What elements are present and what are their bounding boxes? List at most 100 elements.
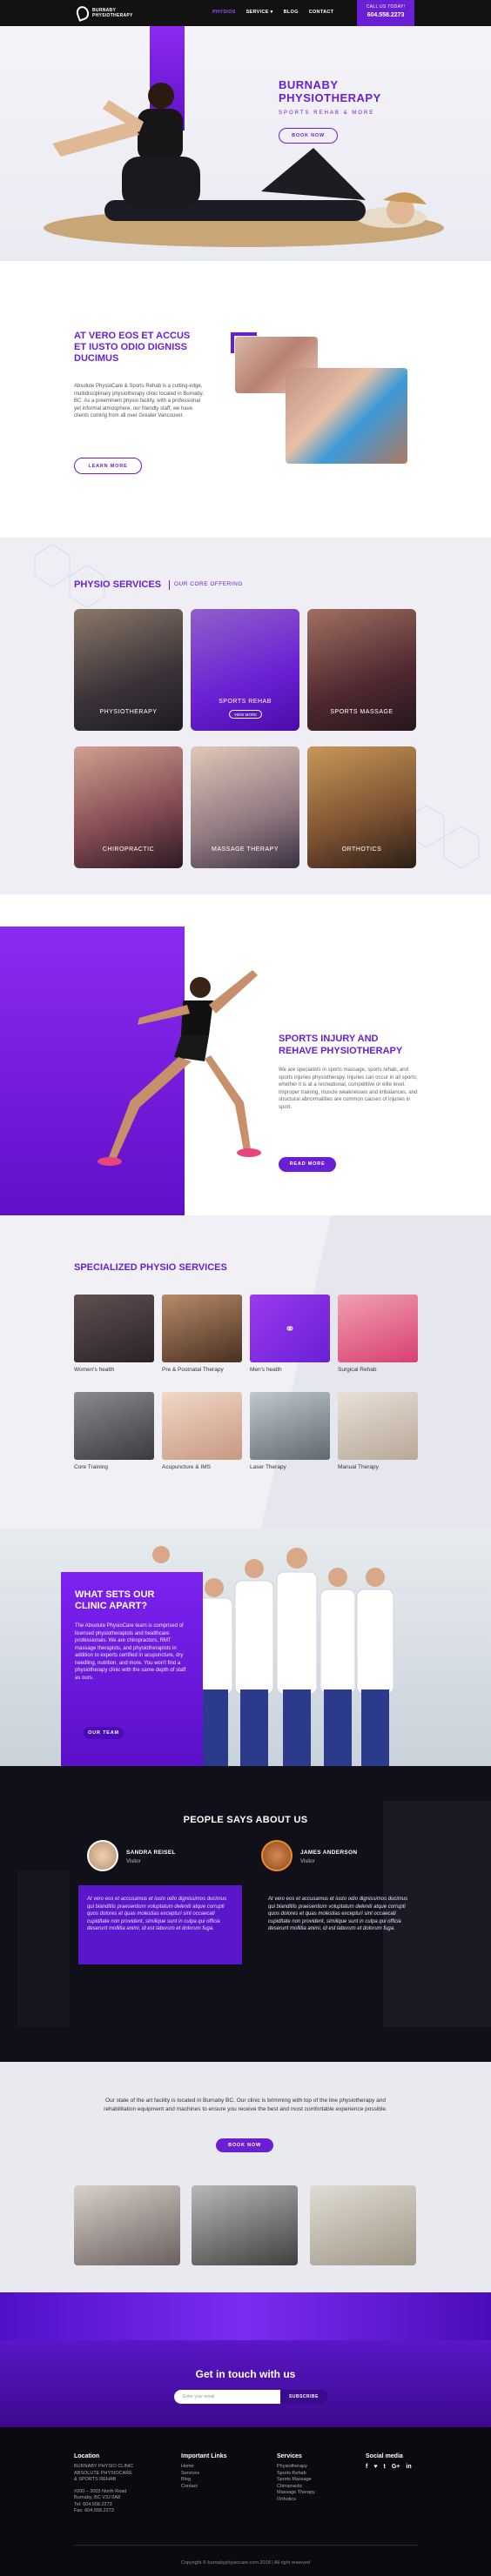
about-title: AT VERO EOS ET ACCUS ET IUSTO ODIO DIGNI… xyxy=(74,331,191,364)
footer-service-link[interactable]: Sports Massage xyxy=(277,2477,315,2484)
footer-location-heading: Location xyxy=(74,2453,100,2459)
service-card-physiotherapy[interactable]: PHYSIOTHERAPY xyxy=(74,609,183,731)
specialized-image xyxy=(250,1392,330,1460)
link-icon: ⚭ xyxy=(285,1321,295,1335)
hero-image xyxy=(44,83,444,247)
footer-divider xyxy=(74,2545,418,2546)
specialized-item-acupuncture[interactable]: Acupuncture & IMS xyxy=(162,1392,242,1470)
avatar-james xyxy=(261,1840,293,1871)
linkedin-icon[interactable]: in xyxy=(406,2464,411,2470)
email-input[interactable]: Enter your email xyxy=(174,2390,282,2404)
specialized-image xyxy=(162,1392,242,1460)
specialized-label: Men's health xyxy=(250,1367,282,1373)
footer-location-line: #200 – 3003 North Road xyxy=(74,2488,127,2494)
service-card-orthotics[interactable]: ORTHOTICS xyxy=(307,746,416,868)
footer-service-link[interactable]: Physiotherapy xyxy=(277,2464,315,2471)
specialized-image xyxy=(162,1295,242,1362)
service-card-label: PHYSIOTHERAPY xyxy=(99,709,158,715)
service-card-label: MASSAGE THERAPY xyxy=(211,846,279,853)
facility-image-treatment-room xyxy=(310,2185,416,2265)
subscribe-button[interactable]: SUBSCRIBE xyxy=(280,2390,327,2404)
nav-item-service[interactable]: SERVICE ▾ xyxy=(246,10,273,15)
hero-title-line1: BURNABY xyxy=(279,78,339,91)
specialized-image xyxy=(338,1392,418,1460)
footer-location: Location BURNABY PHYSIO CLINIC ABSOLUTE … xyxy=(74,2453,133,2515)
hero-title-line2: PHYSIOTHERAPY xyxy=(279,91,381,104)
learn-more-button[interactable]: LEARN MORE xyxy=(74,458,142,474)
testimonial-role: Visitor xyxy=(126,1859,141,1864)
specialized-label: Acupuncture & IMS xyxy=(162,1464,211,1470)
specialized-item-surgical-rehab[interactable]: Surgical Rehab xyxy=(338,1295,418,1373)
footer-location-line: Tel: 604.558.2273 xyxy=(74,2501,112,2507)
service-card-label: SPORTS REHAB xyxy=(219,699,272,705)
specialized-title: SPECIALIZED PHYSIO SERVICES xyxy=(74,1262,227,1273)
specialized-image: ⚭ xyxy=(250,1295,330,1362)
avatar-sandra xyxy=(87,1840,118,1871)
specialized-item-womens-health[interactable]: Women's health xyxy=(74,1295,154,1373)
footer-link[interactable]: Home xyxy=(181,2464,227,2471)
google-plus-icon[interactable]: G+ xyxy=(392,2464,400,2470)
footer-link[interactable]: Services xyxy=(181,2471,227,2478)
footer-link[interactable]: Blog xyxy=(181,2477,227,2484)
testimonial-card: At vero eos et accusamus et iusto odio d… xyxy=(78,1885,242,1964)
facility-text: Our state of the art facility is located… xyxy=(104,2098,387,2112)
injury-text: We are specialists in sports massage, sp… xyxy=(279,1067,418,1110)
specialized-image xyxy=(74,1392,154,1460)
service-card-label: ORTHOTICS xyxy=(341,846,382,853)
service-card-label: CHIROPRACTIC xyxy=(102,846,155,853)
testimonial-quote: At vero eos et accusamus et iusto odio d… xyxy=(268,1897,408,1931)
copyright: Copyright © burnabyphysiocare.com 2018 |… xyxy=(180,2560,311,2566)
nav-item-contact[interactable]: CONTACT xyxy=(309,10,334,15)
specialized-label: Laser Therapy xyxy=(250,1464,286,1470)
main-nav: PHYSIOS SERVICE ▾ BLOG CONTACT xyxy=(212,10,333,15)
footer-links-heading: Important Links xyxy=(181,2453,227,2459)
call-number: 604.558.2273 xyxy=(367,12,405,18)
specialized-item-manual-therapy[interactable]: Manual Therapy xyxy=(338,1392,418,1470)
specialized-item-pre-postnatal[interactable]: Pre & Postnatal Therapy xyxy=(162,1295,242,1373)
specialized-label: Manual Therapy xyxy=(338,1464,379,1470)
specialized-item-mens-health[interactable]: ⚭ Men's health xyxy=(250,1295,330,1373)
instagram-icon[interactable]: ♥ xyxy=(373,2464,377,2470)
testimonials-title: PEOPLE SAYS ABOUT US xyxy=(183,1815,308,1825)
footer-services: Services Physiotherapy Sports Rehab Spor… xyxy=(277,2453,315,2503)
service-card-massage-therapy[interactable]: MASSAGE THERAPY xyxy=(191,746,299,868)
footer-location-line: BURNABY PHYSIO CLINIC xyxy=(74,2464,134,2469)
team-title-line2: CLINIC APART? xyxy=(75,1601,148,1611)
view-more-button[interactable]: VIEW MORE xyxy=(229,710,262,719)
injury-title-line2: REHAVE PHYSIOTHERAPY xyxy=(279,1046,403,1056)
footer-location-line: & SPORTS REHAB xyxy=(74,2477,117,2482)
facility-image-equipment xyxy=(192,2185,298,2265)
logo[interactable]: BURNABY PHYSIOTHERAPY xyxy=(74,4,145,22)
service-card-sports-rehab[interactable]: SPORTS REHAB VIEW MORE xyxy=(191,609,299,731)
services-title-divider xyxy=(169,580,170,590)
facility-book-now-button[interactable]: BOOK NOW xyxy=(216,2138,273,2152)
book-now-button[interactable]: BOOK NOW xyxy=(279,128,338,144)
our-team-button[interactable]: OUR TEAM xyxy=(84,1727,124,1739)
specialized-label: Core Training xyxy=(74,1464,109,1470)
footer-service-link[interactable]: Orthotics xyxy=(277,2497,315,2504)
footer-service-link[interactable]: Sports Rehab xyxy=(277,2471,315,2478)
team-info-box: WHAT SETS OUR CLINIC APART? The Absolute… xyxy=(61,1572,203,1766)
service-card-sports-massage[interactable]: SPORTS MASSAGE xyxy=(307,609,416,731)
footer-service-link[interactable]: Chiropractic xyxy=(277,2484,315,2491)
nav-item-blog[interactable]: BLOG xyxy=(284,10,299,15)
footer-service-link[interactable]: Massage Therapy xyxy=(277,2490,315,2497)
twitter-icon[interactable]: t xyxy=(384,2464,386,2470)
call-button[interactable]: CALL US TODAY! 604.558.2273 xyxy=(357,0,414,26)
about-text: Absolute PhysioCare & Sports Rehab is a … xyxy=(74,384,204,418)
logo-icon xyxy=(74,4,91,22)
specialized-image xyxy=(338,1295,418,1362)
testimonial-name: SANDRA REISEL xyxy=(126,1850,176,1856)
footer-social: Social media f ♥ t G+ in xyxy=(366,2453,412,2470)
testimonial-name: JAMES ANDERSON xyxy=(300,1850,358,1856)
specialized-item-core-training[interactable]: Core Training xyxy=(74,1392,154,1470)
nav-item-physios[interactable]: PHYSIOS xyxy=(212,10,236,15)
read-more-button[interactable]: READ MORE xyxy=(279,1157,336,1172)
specialized-label: Surgical Rehab xyxy=(338,1367,377,1373)
specialized-item-laser-therapy[interactable]: Laser Therapy xyxy=(250,1392,330,1470)
services-subtitle: OUR CORE OFFERING xyxy=(174,581,243,587)
footer-link[interactable]: Contact xyxy=(181,2484,227,2491)
service-card-chiropractic[interactable]: CHIROPRACTIC xyxy=(74,746,183,868)
facebook-icon[interactable]: f xyxy=(366,2464,367,2470)
site-header: BURNABY PHYSIOTHERAPY PHYSIOS SERVICE ▾ … xyxy=(0,0,491,26)
